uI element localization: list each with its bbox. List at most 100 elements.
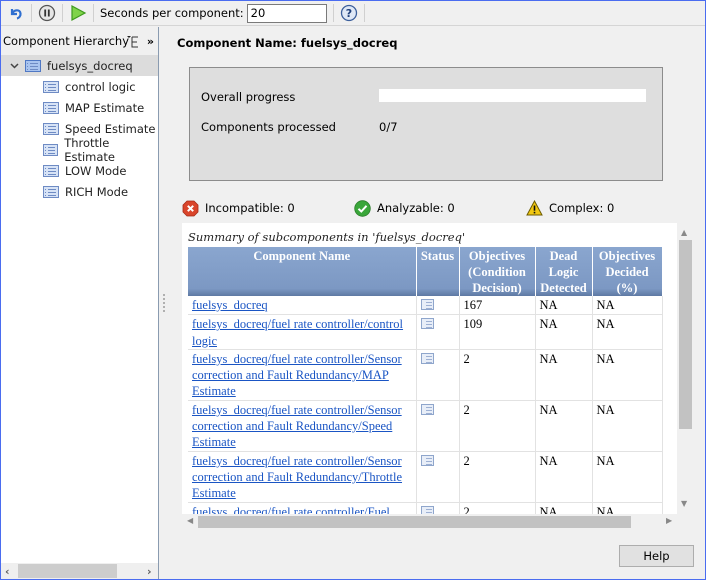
tree-item-label: RICH Mode xyxy=(65,184,129,199)
summary-report-panel: Summary of subcomponents in 'fuelsys_doc… xyxy=(182,223,677,514)
analyzable-status: Analyzable: 0 xyxy=(354,199,455,217)
component-link[interactable]: fuelsys_docreq/fuel rate controller/Sens… xyxy=(192,352,402,399)
table-row: fuelsys_docreq/fuel rate controller/Sens… xyxy=(188,400,663,452)
objectives-decided-cell: NA xyxy=(592,400,663,452)
complex-count: Complex: 0 xyxy=(549,201,615,215)
component-name-cell: fuelsys_docreq/fuel rate controller/cont… xyxy=(188,314,417,350)
help-toolbar-button[interactable]: ? xyxy=(338,2,360,24)
component-name-cell: fuelsys_docreq/fuel rate controller/Fuel xyxy=(188,502,417,514)
report-horizontal-scrollbar[interactable]: ◀ ▶ xyxy=(182,514,677,530)
objectives-decided-cell: NA xyxy=(592,451,663,503)
component-link[interactable]: fuelsys_docreq/fuel rate controller/Sens… xyxy=(192,403,402,450)
tree-item[interactable]: MAP Estimate xyxy=(1,97,158,118)
play-icon xyxy=(71,4,87,22)
complex-status: Complex: 0 xyxy=(526,199,614,217)
error-icon xyxy=(182,200,199,216)
chevron-down-icon[interactable] xyxy=(7,62,21,69)
objectives-decided-cell: NA xyxy=(592,314,663,350)
pause-icon xyxy=(38,4,56,22)
tree-item-root[interactable]: fuelsys_docreq xyxy=(1,55,158,76)
component-name-heading: Component Name: fuelsys_docreq xyxy=(177,36,398,50)
list-icon[interactable] xyxy=(420,505,434,514)
components-processed-value: 0/7 xyxy=(379,120,398,134)
toolbar-separator xyxy=(62,4,63,22)
tree-item[interactable]: RICH Mode xyxy=(1,181,158,202)
collapse-pane-icon[interactable]: » xyxy=(147,35,154,48)
toolbar-separator xyxy=(332,4,334,22)
component-name-cell: fuelsys_docreq/fuel rate controller/Sens… xyxy=(188,451,417,503)
hierarchy-horizontal-scrollbar[interactable]: ‹ › xyxy=(1,563,158,579)
status-cell xyxy=(416,314,460,350)
scroll-down-icon[interactable]: ▼ xyxy=(681,499,687,508)
dead-logic-cell: NA xyxy=(535,502,593,514)
component-icon xyxy=(43,164,59,177)
component-icon xyxy=(43,143,59,156)
scrollbar-thumb[interactable] xyxy=(679,240,692,429)
incompatible-count: Incompatible: 0 xyxy=(205,201,295,215)
objectives-cell: 2 xyxy=(459,451,536,503)
toolbar-separator xyxy=(93,4,94,22)
scroll-right-icon[interactable]: › xyxy=(147,565,152,578)
seconds-per-component-input[interactable] xyxy=(246,3,327,23)
scroll-right-icon[interactable]: ▶ xyxy=(666,516,672,525)
toolbar: Seconds per component: ? xyxy=(1,1,705,26)
objectives-cell: 167 xyxy=(459,296,536,316)
scrollbar-thumb[interactable] xyxy=(18,564,117,578)
scrollbar-thumb[interactable] xyxy=(198,516,631,528)
objectives-decided-cell: NA xyxy=(592,349,663,401)
tree-item-label: MAP Estimate xyxy=(65,100,145,115)
incompatible-status: Incompatible: 0 xyxy=(182,199,295,217)
dead-logic-cell: NA xyxy=(535,349,593,401)
list-icon[interactable] xyxy=(420,318,434,330)
status-cell xyxy=(416,349,460,401)
tree-item[interactable]: control logic xyxy=(1,76,158,97)
undo-button[interactable] xyxy=(5,2,27,24)
component-link[interactable]: fuelsys_docreq xyxy=(192,298,268,312)
component-link[interactable]: fuelsys_docreq/fuel rate controller/Fuel xyxy=(192,505,390,514)
scroll-up-icon[interactable]: ▲ xyxy=(681,228,687,237)
table-row: fuelsys_docreq/fuel rate controller/Sens… xyxy=(188,349,663,401)
objectives-decided-cell: NA xyxy=(592,502,663,514)
status-cell xyxy=(416,400,460,452)
status-cell xyxy=(416,296,460,316)
objectives-cell: 109 xyxy=(459,314,536,350)
status-cell xyxy=(416,451,460,503)
column-header-component-name: Component Name xyxy=(188,247,417,296)
run-button[interactable] xyxy=(67,2,89,24)
list-icon[interactable] xyxy=(420,352,434,364)
analyzable-count: Analyzable: 0 xyxy=(377,201,455,215)
component-link[interactable]: fuelsys_docreq/fuel rate controller/cont… xyxy=(192,317,403,347)
dead-logic-cell: NA xyxy=(535,400,593,452)
splitter-grip[interactable] xyxy=(163,294,165,314)
component-link[interactable]: fuelsys_docreq/fuel rate controller/Sens… xyxy=(192,454,402,501)
pause-button[interactable] xyxy=(36,2,58,24)
overall-progress-bar xyxy=(379,89,646,102)
help-button[interactable]: Help xyxy=(619,545,694,567)
column-header-objectives: Objectives (Condition Decision) xyxy=(459,247,536,296)
scroll-left-icon[interactable]: ‹ xyxy=(5,565,10,578)
table-row: fuelsys_docreq/fuel rate controller/Sens… xyxy=(188,451,663,503)
list-icon[interactable] xyxy=(420,299,434,310)
component-name-cell: fuelsys_docreq/fuel rate controller/Sens… xyxy=(188,349,417,401)
help-icon: ? xyxy=(340,4,357,22)
list-icon[interactable] xyxy=(420,454,434,466)
status-cell xyxy=(416,502,460,514)
tree-item-label: fuelsys_docreq xyxy=(47,58,133,73)
component-icon xyxy=(43,80,59,93)
list-icon[interactable] xyxy=(420,403,434,415)
filter-tree-icon[interactable] xyxy=(126,35,139,48)
component-hierarchy-pane: Component Hierarchy » fuelsys_docreq con… xyxy=(1,27,159,579)
objectives-decided-cell: NA xyxy=(592,296,663,316)
tree-item-label: control logic xyxy=(65,79,136,94)
undo-icon xyxy=(10,9,22,20)
table-header-row: Component Name Status Objectives (Condit… xyxy=(188,247,663,296)
table-row: fuelsys_docreq/fuel rate controller/cont… xyxy=(188,314,663,350)
tree-item-label: Speed Estimate xyxy=(65,121,156,136)
report-vertical-scrollbar[interactable]: ▲ ▼ xyxy=(677,223,694,514)
scroll-left-icon[interactable]: ◀ xyxy=(187,516,193,525)
component-icon xyxy=(43,101,59,114)
tree-item-label: LOW Mode xyxy=(65,163,127,178)
column-header-dead-logic: Dead Logic Detected xyxy=(535,247,593,296)
overall-progress-label: Overall progress xyxy=(201,90,296,104)
tree-item[interactable]: Throttle Estimate xyxy=(1,136,158,164)
